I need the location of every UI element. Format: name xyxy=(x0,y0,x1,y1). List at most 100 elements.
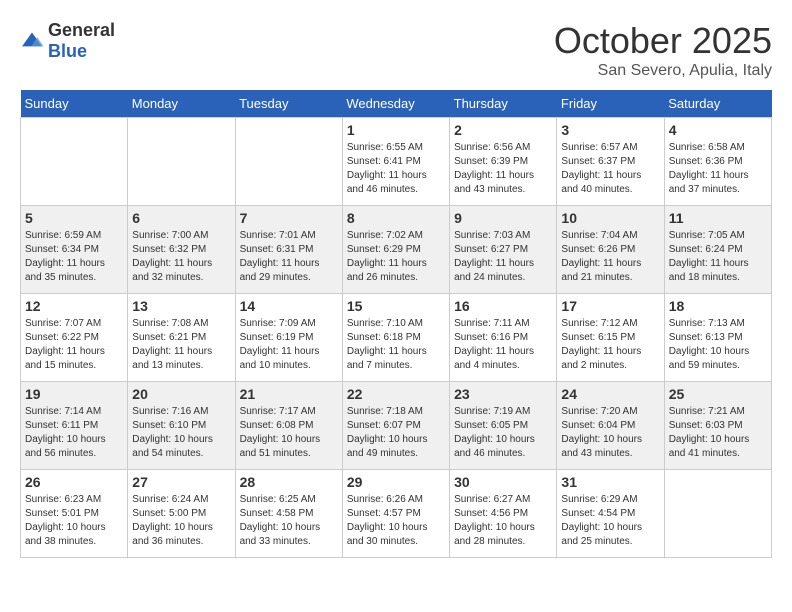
day-info: Sunrise: 7:13 AM Sunset: 6:13 PM Dayligh… xyxy=(669,317,767,373)
day-info: Sunrise: 6:55 AM Sunset: 6:41 PM Dayligh… xyxy=(347,141,445,197)
day-info: Sunrise: 7:16 AM Sunset: 6:10 PM Dayligh… xyxy=(132,405,230,461)
day-cell: 28 Sunrise: 6:25 AM Sunset: 4:58 PM Dayli… xyxy=(235,470,342,558)
day-number: 12 xyxy=(25,298,123,314)
day-number: 27 xyxy=(132,474,230,490)
day-info: Sunrise: 6:24 AM Sunset: 5:00 PM Dayligh… xyxy=(132,493,230,549)
day-number: 13 xyxy=(132,298,230,314)
day-number: 20 xyxy=(132,386,230,402)
day-cell: 29 Sunrise: 6:26 AM Sunset: 4:57 PM Dayli… xyxy=(342,470,449,558)
weekday-header-tuesday: Tuesday xyxy=(235,90,342,118)
day-info: Sunrise: 6:25 AM Sunset: 4:58 PM Dayligh… xyxy=(240,493,338,549)
day-number: 30 xyxy=(454,474,552,490)
day-number: 19 xyxy=(25,386,123,402)
week-row-1: 1 Sunrise: 6:55 AM Sunset: 6:41 PM Daylig… xyxy=(21,118,772,206)
day-cell: 2Sunrise: 6:56 AM Sunset: 6:39 PM Daylig… xyxy=(450,118,557,206)
day-number: 3 xyxy=(561,122,659,138)
day-cell: 13Sunrise: 7:08 AM Sunset: 6:21 PM Dayli… xyxy=(128,294,235,382)
day-cell: 6Sunrise: 7:00 AM Sunset: 6:32 PM Daylig… xyxy=(128,206,235,294)
day-cell: 20 Sunrise: 7:16 AM Sunset: 6:10 PM Dayli… xyxy=(128,382,235,470)
day-info: Sunrise: 7:17 AM Sunset: 6:08 PM Dayligh… xyxy=(240,405,338,461)
day-number: 22 xyxy=(347,386,445,402)
day-info: Sunrise: 6:56 AM Sunset: 6:39 PM Dayligh… xyxy=(454,141,552,197)
day-cell: 30 Sunrise: 6:27 AM Sunset: 4:56 PM Dayli… xyxy=(450,470,557,558)
day-cell: 7 Sunrise: 7:01 AM Sunset: 6:31 PM Daylig… xyxy=(235,206,342,294)
day-info: Sunrise: 7:11 AM Sunset: 6:16 PM Dayligh… xyxy=(454,317,552,373)
day-number: 7 xyxy=(240,210,338,226)
day-info: Sunrise: 7:01 AM Sunset: 6:31 PM Dayligh… xyxy=(240,229,338,285)
day-cell: 23 Sunrise: 7:19 AM Sunset: 6:05 PM Dayli… xyxy=(450,382,557,470)
day-cell xyxy=(21,118,128,206)
title-area: October 2025 San Severo, Apulia, Italy xyxy=(554,20,772,80)
week-row-2: 5 Sunrise: 6:59 AM Sunset: 6:34 PM Daylig… xyxy=(21,206,772,294)
day-info: Sunrise: 7:03 AM Sunset: 6:27 PM Dayligh… xyxy=(454,229,552,285)
logo-blue-text: Blue xyxy=(48,41,87,61)
day-cell: 17Sunrise: 7:12 AM Sunset: 6:15 PM Dayli… xyxy=(557,294,664,382)
weekday-header-friday: Friday xyxy=(557,90,664,118)
day-number: 31 xyxy=(561,474,659,490)
day-cell: 21Sunrise: 7:17 AM Sunset: 6:08 PM Dayli… xyxy=(235,382,342,470)
day-number: 11 xyxy=(669,210,767,226)
weekday-header-wednesday: Wednesday xyxy=(342,90,449,118)
day-number: 14 xyxy=(240,298,338,314)
calendar-table: SundayMondayTuesdayWednesdayThursdayFrid… xyxy=(20,90,772,558)
day-number: 29 xyxy=(347,474,445,490)
day-info: Sunrise: 7:04 AM Sunset: 6:26 PM Dayligh… xyxy=(561,229,659,285)
week-row-3: 12 Sunrise: 7:07 AM Sunset: 6:22 PM Dayli… xyxy=(21,294,772,382)
day-info: Sunrise: 7:14 AM Sunset: 6:11 PM Dayligh… xyxy=(25,405,123,461)
subtitle: San Severo, Apulia, Italy xyxy=(554,62,772,80)
week-row-4: 19 Sunrise: 7:14 AM Sunset: 6:11 PM Dayli… xyxy=(21,382,772,470)
day-info: Sunrise: 6:23 AM Sunset: 5:01 PM Dayligh… xyxy=(25,493,123,549)
day-number: 8 xyxy=(347,210,445,226)
day-cell: 3 Sunrise: 6:57 AM Sunset: 6:37 PM Daylig… xyxy=(557,118,664,206)
day-info: Sunrise: 7:19 AM Sunset: 6:05 PM Dayligh… xyxy=(454,405,552,461)
day-number: 5 xyxy=(25,210,123,226)
weekday-header-saturday: Saturday xyxy=(664,90,771,118)
day-cell xyxy=(128,118,235,206)
day-cell xyxy=(664,470,771,558)
day-info: Sunrise: 6:59 AM Sunset: 6:34 PM Dayligh… xyxy=(25,229,123,285)
day-cell: 25 Sunrise: 7:21 AM Sunset: 6:03 PM Dayli… xyxy=(664,382,771,470)
day-number: 26 xyxy=(25,474,123,490)
day-info: Sunrise: 7:21 AM Sunset: 6:03 PM Dayligh… xyxy=(669,405,767,461)
day-number: 1 xyxy=(347,122,445,138)
day-number: 18 xyxy=(669,298,767,314)
day-cell: 18 Sunrise: 7:13 AM Sunset: 6:13 PM Dayli… xyxy=(664,294,771,382)
logo: General Blue xyxy=(20,20,115,62)
day-info: Sunrise: 7:09 AM Sunset: 6:19 PM Dayligh… xyxy=(240,317,338,373)
weekday-header-row: SundayMondayTuesdayWednesdayThursdayFrid… xyxy=(21,90,772,118)
day-cell: 26 Sunrise: 6:23 AM Sunset: 5:01 PM Dayli… xyxy=(21,470,128,558)
day-number: 10 xyxy=(561,210,659,226)
weekday-header-sunday: Sunday xyxy=(21,90,128,118)
day-number: 25 xyxy=(669,386,767,402)
day-number: 28 xyxy=(240,474,338,490)
day-cell: 15Sunrise: 7:10 AM Sunset: 6:18 PM Dayli… xyxy=(342,294,449,382)
day-info: Sunrise: 6:27 AM Sunset: 4:56 PM Dayligh… xyxy=(454,493,552,549)
day-cell: 1 Sunrise: 6:55 AM Sunset: 6:41 PM Daylig… xyxy=(342,118,449,206)
day-number: 23 xyxy=(454,386,552,402)
day-cell: 8Sunrise: 7:02 AM Sunset: 6:29 PM Daylig… xyxy=(342,206,449,294)
day-cell: 19 Sunrise: 7:14 AM Sunset: 6:11 PM Dayli… xyxy=(21,382,128,470)
day-cell: 14 Sunrise: 7:09 AM Sunset: 6:19 PM Dayli… xyxy=(235,294,342,382)
day-cell: 10 Sunrise: 7:04 AM Sunset: 6:26 PM Dayli… xyxy=(557,206,664,294)
day-number: 16 xyxy=(454,298,552,314)
day-cell: 12 Sunrise: 7:07 AM Sunset: 6:22 PM Dayli… xyxy=(21,294,128,382)
logo-general-text: General xyxy=(48,20,115,40)
day-number: 4 xyxy=(669,122,767,138)
day-number: 6 xyxy=(132,210,230,226)
day-info: Sunrise: 6:57 AM Sunset: 6:37 PM Dayligh… xyxy=(561,141,659,197)
day-info: Sunrise: 6:26 AM Sunset: 4:57 PM Dayligh… xyxy=(347,493,445,549)
day-info: Sunrise: 7:07 AM Sunset: 6:22 PM Dayligh… xyxy=(25,317,123,373)
day-number: 9 xyxy=(454,210,552,226)
day-cell: 4Sunrise: 6:58 AM Sunset: 6:36 PM Daylig… xyxy=(664,118,771,206)
weekday-header-monday: Monday xyxy=(128,90,235,118)
day-number: 17 xyxy=(561,298,659,314)
day-cell: 16 Sunrise: 7:11 AM Sunset: 6:16 PM Dayli… xyxy=(450,294,557,382)
day-cell: 5 Sunrise: 6:59 AM Sunset: 6:34 PM Daylig… xyxy=(21,206,128,294)
header: General Blue October 2025 San Severo, Ap… xyxy=(20,20,772,80)
day-cell: 24Sunrise: 7:20 AM Sunset: 6:04 PM Dayli… xyxy=(557,382,664,470)
month-title: October 2025 xyxy=(554,20,772,62)
day-cell xyxy=(235,118,342,206)
logo-icon xyxy=(20,31,44,51)
day-cell: 27 Sunrise: 6:24 AM Sunset: 5:00 PM Dayli… xyxy=(128,470,235,558)
day-info: Sunrise: 7:10 AM Sunset: 6:18 PM Dayligh… xyxy=(347,317,445,373)
